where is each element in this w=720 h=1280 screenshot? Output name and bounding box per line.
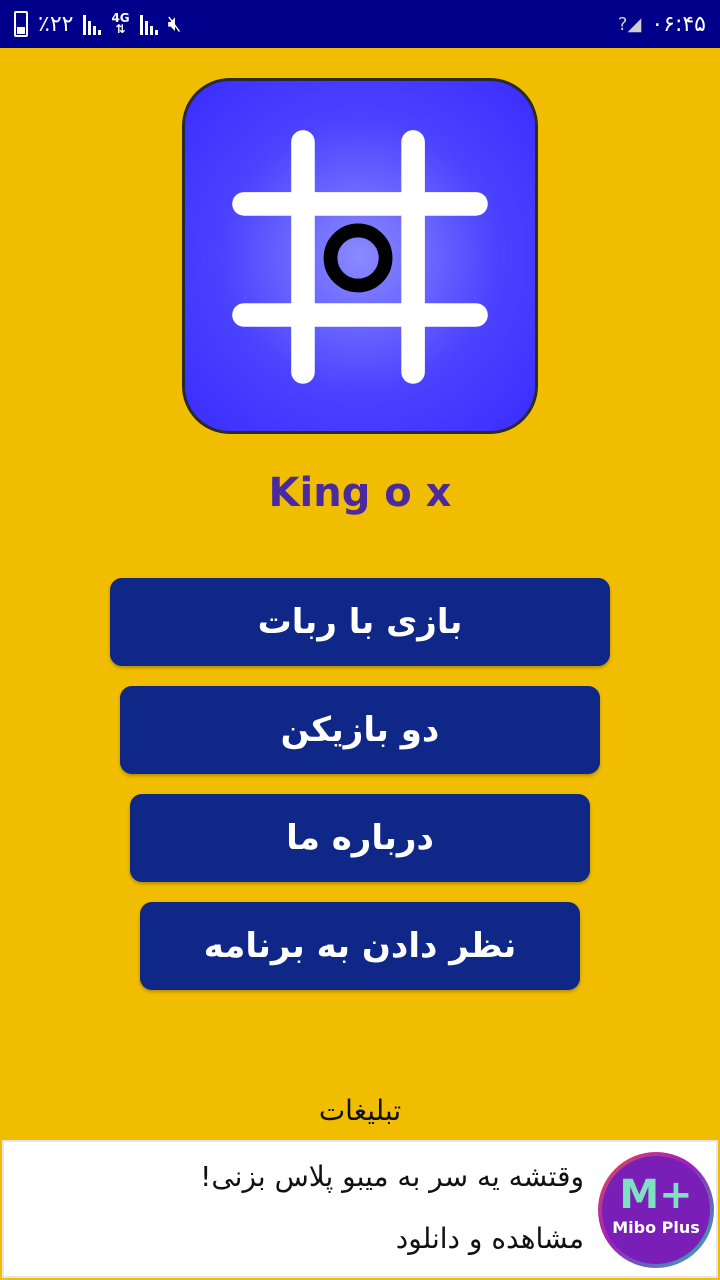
play-vs-robot-button[interactable]: بازی با ربات [110, 578, 610, 666]
two-players-button[interactable]: دو بازیکن [120, 686, 600, 774]
no-sim-signal-icon: ?◢ [617, 13, 642, 35]
mibo-plus-text: Mibo Plus [612, 1218, 700, 1237]
app-title: King o x [268, 470, 452, 516]
network-4g-icon: 4G ⇅ [111, 11, 130, 36]
battery-percent: ٪۲۲ [38, 11, 74, 37]
mibo-plus-logo[interactable]: M+ Mibo Plus [598, 1152, 714, 1268]
about-us-button[interactable]: درباره ما [130, 794, 590, 882]
tic-tac-toe-icon [232, 130, 488, 384]
rate-app-button[interactable]: نظر دادن به برنامه [140, 902, 580, 990]
mibo-plus-mark: M+ [619, 1172, 693, 1218]
ad-cta[interactable]: مشاهده و دانلود [396, 1222, 584, 1255]
status-bar: ٪۲۲ 4G ⇅ 🔇︎ ?◢ ۰۶:۴۵ [0, 0, 720, 48]
status-icons-right: ?◢ ۰۶:۴۵ [618, 12, 706, 37]
status-icons-left: ٪۲۲ 4G ⇅ 🔇︎ [14, 11, 182, 37]
ad-banner[interactable]: وقتشه یه سر به میبو پلاس بزنی! مشاهده و … [2, 1140, 718, 1278]
clock: ۰۶:۴۵ [651, 11, 706, 37]
network-type: 4G [111, 11, 130, 25]
signal-icon [83, 13, 102, 35]
signal-icon-2 [139, 13, 158, 35]
mibo-plus-logo-inner: M+ Mibo Plus [602, 1156, 710, 1264]
app-logo [182, 78, 538, 434]
mute-icon: 🔇︎ [167, 11, 182, 37]
battery-icon [14, 11, 28, 37]
ad-headline: وقتشه یه سر به میبو پلاس بزنی! [200, 1160, 584, 1193]
ads-label: تبلیغات [318, 1094, 402, 1127]
